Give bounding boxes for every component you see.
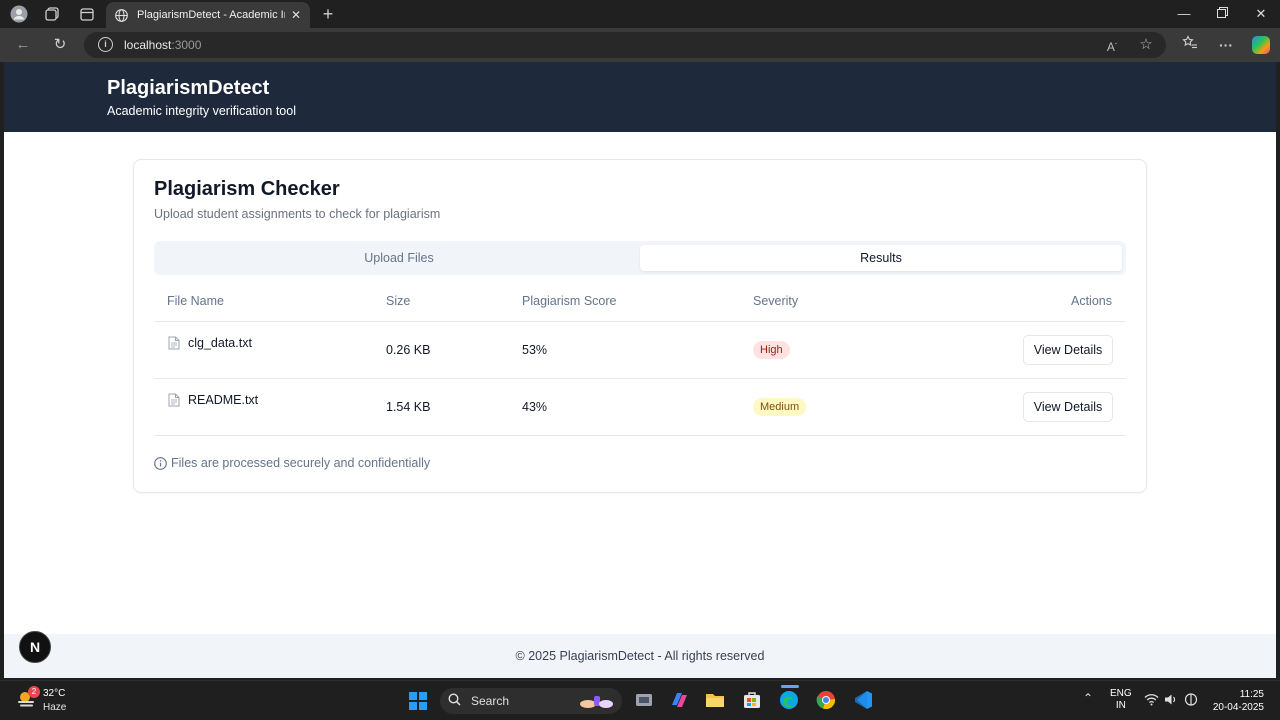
- more-options-icon[interactable]: ···: [1214, 34, 1238, 56]
- battery-icon[interactable]: [1184, 693, 1198, 706]
- clock-time: 11:25: [1239, 689, 1264, 700]
- microsoft-store-icon[interactable]: [741, 689, 763, 711]
- volume-icon[interactable]: [1164, 693, 1178, 706]
- page-viewport: PlagiarismDetect Academic integrity veri…: [4, 62, 1276, 678]
- tabs-list: Upload Files Results: [154, 241, 1126, 275]
- active-app-indicator: [781, 685, 799, 688]
- edge-browser-icon[interactable]: [778, 689, 800, 711]
- tab-upload-files[interactable]: Upload Files: [158, 245, 640, 271]
- severity-badge: High: [753, 341, 790, 359]
- header-file-name: File Name: [167, 294, 224, 308]
- read-aloud-icon[interactable]: Aꞏ: [1102, 36, 1122, 54]
- url-text: localhost:3000: [124, 38, 202, 52]
- show-hidden-icons-icon[interactable]: ⌃: [1083, 691, 1093, 705]
- windows-start-icon[interactable]: [409, 692, 427, 710]
- header-actions: Actions: [1071, 294, 1112, 308]
- weather-temperature: 32°C: [43, 688, 66, 699]
- severity-badge: Medium: [753, 398, 807, 416]
- plagiarism-score: 43%: [522, 400, 548, 414]
- profile-icon[interactable]: [8, 4, 30, 24]
- table-header: File Name Size Plagiarism Score Severity…: [154, 282, 1126, 322]
- chrome-browser-icon[interactable]: [815, 689, 837, 711]
- refresh-icon[interactable]: ↻: [48, 34, 72, 56]
- region-code: IN: [1115, 700, 1126, 711]
- input-language-indicator[interactable]: ENG IN: [1110, 688, 1132, 712]
- workspaces-icon[interactable]: [41, 4, 63, 24]
- new-tab-icon[interactable]: +: [318, 4, 338, 24]
- file-icon: [168, 336, 180, 350]
- card-title: Plagiarism Checker: [154, 178, 340, 200]
- header-severity: Severity: [753, 294, 799, 308]
- system-clock[interactable]: 11:25 20-04-2025: [1208, 688, 1264, 714]
- header-size: Size: [386, 294, 411, 308]
- nextjs-dev-indicator-icon[interactable]: N: [19, 631, 51, 663]
- view-details-button[interactable]: View Details: [1023, 335, 1113, 365]
- close-tab-icon[interactable]: ✕: [291, 8, 301, 22]
- table-row: README.txt 1.54 KB 43% Medium View Detai…: [154, 379, 1126, 436]
- page-footer: © 2025 PlagiarismDetect - All rights res…: [4, 634, 1276, 678]
- notification-badge: 2: [28, 686, 40, 698]
- taskbar-search[interactable]: Search: [440, 688, 622, 714]
- table-row: clg_data.txt 0.26 KB 53% High View Detai…: [154, 322, 1126, 379]
- file-cell: clg_data.txt: [168, 336, 252, 350]
- search-icon: [448, 693, 461, 709]
- file-name: clg_data.txt: [188, 336, 252, 350]
- wifi-icon[interactable]: [1144, 693, 1159, 706]
- brand-subtitle: Academic integrity verification tool: [107, 104, 296, 118]
- app-header: PlagiarismDetect Academic integrity veri…: [4, 62, 1276, 132]
- windows-taskbar: 2 32°C Haze Search ⌃ ENG IN 11:25 20-04-…: [0, 680, 1280, 720]
- file-size: 0.26 KB: [386, 343, 431, 357]
- view-details-button[interactable]: View Details: [1023, 392, 1113, 422]
- browser-tab-active[interactable]: PlagiarismDetect - Academic Integrity Ve…: [106, 2, 310, 28]
- tab-results[interactable]: Results: [640, 245, 1122, 271]
- file-cell: README.txt: [168, 393, 258, 407]
- browser-titlebar: PlagiarismDetect - Academic Integrity Ve…: [0, 0, 1280, 28]
- footer-copyright: © 2025 PlagiarismDetect - All rights res…: [515, 649, 765, 663]
- browser-toolbar: ← ↻ i localhost:3000 Aꞏ ☆ ···: [0, 28, 1280, 62]
- file-name: README.txt: [188, 393, 259, 407]
- minimize-icon[interactable]: —: [1172, 4, 1196, 24]
- file-explorer-icon[interactable]: [704, 689, 726, 711]
- header-score: Plagiarism Score: [522, 294, 617, 308]
- plagiarism-score: 53%: [522, 343, 548, 357]
- language-code: ENG: [1110, 688, 1132, 699]
- site-info-icon[interactable]: i: [98, 37, 113, 52]
- info-icon: [154, 456, 167, 470]
- security-note: Files are processed securely and confide…: [154, 456, 430, 470]
- back-icon[interactable]: ←: [11, 34, 35, 56]
- file-size: 1.54 KB: [386, 400, 431, 414]
- task-view-icon[interactable]: [633, 689, 655, 711]
- copilot-app-icon[interactable]: [668, 689, 690, 711]
- security-note-text: Files are processed securely and confide…: [171, 456, 431, 470]
- address-bar[interactable]: i localhost:3000 Aꞏ ☆: [84, 32, 1166, 58]
- close-window-icon[interactable]: ✕: [1249, 4, 1273, 24]
- card-description: Upload student assignments to check for …: [154, 207, 441, 221]
- restore-icon[interactable]: [1210, 4, 1234, 24]
- copilot-icon[interactable]: [1252, 36, 1270, 54]
- brand-title[interactable]: PlagiarismDetect: [107, 77, 269, 100]
- weather-description: Haze: [43, 702, 67, 713]
- file-icon: [168, 393, 180, 407]
- clock-date: 20-04-2025: [1212, 702, 1264, 713]
- tab-title: PlagiarismDetect - Academic Integrity Ve…: [137, 9, 285, 21]
- search-label: Search: [471, 694, 510, 708]
- favorites-icon[interactable]: [1178, 34, 1202, 56]
- checker-card: Plagiarism Checker Upload student assign…: [133, 159, 1147, 493]
- vscode-icon[interactable]: [852, 689, 874, 711]
- tab-actions-icon[interactable]: [76, 4, 98, 24]
- search-highlight-icon: [580, 696, 613, 708]
- globe-icon: [114, 8, 128, 22]
- favorite-star-icon[interactable]: ☆: [1136, 36, 1156, 54]
